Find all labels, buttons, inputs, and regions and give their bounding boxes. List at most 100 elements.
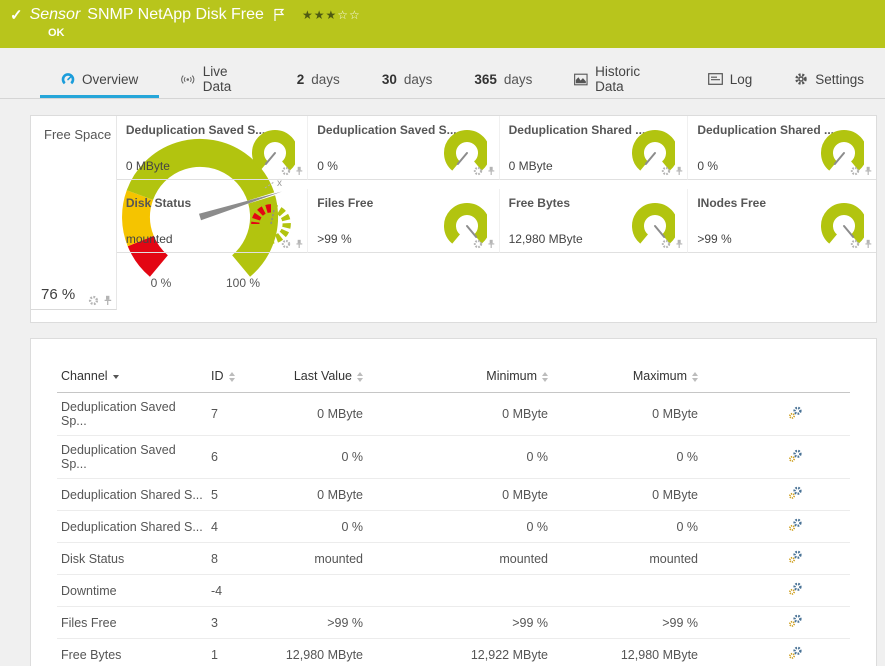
table-row[interactable]: Deduplication Shared S... 5 0 MByte 0 MB… — [57, 479, 850, 511]
priority-stars[interactable]: ★★★☆☆ — [302, 8, 361, 22]
free-space-value: 76 % — [41, 286, 75, 303]
channel-settings-icon[interactable] — [788, 486, 803, 500]
tab-30-days[interactable]: 30 days — [361, 60, 454, 98]
cell-id: 3 — [207, 607, 267, 639]
col-header-id-label: ID — [211, 369, 224, 383]
channel-settings-icon[interactable] — [788, 518, 803, 532]
historic-chart-icon — [574, 73, 588, 86]
free-space-gauge-tile: Free Space x̄ 0 % 100 % 76 % — [31, 116, 117, 310]
tab-historic-data[interactable]: Historic Data — [553, 60, 686, 98]
tab-log-label: Log — [730, 72, 753, 87]
priority-flag-icon[interactable] — [273, 8, 285, 22]
gauge-settings-gear-icon[interactable] — [473, 166, 483, 176]
settings-gear-icon — [794, 72, 808, 86]
pin-icon[interactable] — [675, 166, 683, 176]
cell-channel[interactable]: Deduplication Saved Sp... — [57, 393, 207, 436]
tab-log[interactable]: Log — [687, 60, 774, 98]
table-row[interactable]: Files Free 3 >99 % >99 % >99 % — [57, 607, 850, 639]
channel-settings-icon[interactable] — [788, 646, 803, 660]
cell-min: 0 MByte — [367, 393, 552, 436]
pin-icon[interactable] — [103, 295, 112, 306]
tile-dedup-saved-percent[interactable]: Deduplication Saved S... 0 % — [308, 116, 499, 180]
pin-icon[interactable] — [864, 239, 872, 249]
cell-id: 7 — [207, 393, 267, 436]
tab-settings[interactable]: Settings — [773, 60, 885, 98]
sort-icon — [692, 372, 698, 382]
col-header-minimum[interactable]: Minimum — [367, 363, 552, 393]
channel-settings-icon[interactable] — [788, 614, 803, 628]
col-header-id[interactable]: ID — [207, 363, 267, 393]
tab-settings-label: Settings — [815, 72, 864, 87]
ok-check-icon: ✓ — [10, 6, 23, 24]
cell-channel[interactable]: Files Free — [57, 607, 207, 639]
pin-icon[interactable] — [864, 166, 872, 176]
cell-last: 12,980 MByte — [267, 639, 367, 666]
tab-365-days-unit: days — [504, 72, 533, 87]
table-row[interactable]: Deduplication Saved Sp... 7 0 MByte 0 MB… — [57, 393, 850, 436]
col-header-channel[interactable]: Channel — [57, 363, 207, 393]
gauge-settings-gear-icon[interactable] — [850, 166, 860, 176]
tile-files-free[interactable]: Files Free >99 % — [308, 189, 499, 253]
gauge-settings-gear-icon[interactable] — [281, 166, 291, 176]
tile-disk-status[interactable]: Disk Status mounted — [117, 189, 308, 253]
cell-id: 8 — [207, 543, 267, 575]
tile-free-bytes[interactable]: Free Bytes 12,980 MByte — [500, 189, 689, 253]
tab-365-days[interactable]: 365 days — [453, 60, 553, 98]
tab-overview[interactable]: Overview — [40, 60, 159, 98]
gauge-settings-gear-icon[interactable] — [850, 239, 860, 249]
channel-table: Channel ID Last Value Minimum Maximum De… — [57, 363, 850, 666]
cell-last: 0 MByte — [267, 393, 367, 436]
channel-settings-icon[interactable] — [788, 582, 803, 596]
cell-max: 0 MByte — [552, 479, 702, 511]
stars-filled: ★★★ — [302, 8, 337, 22]
tab-365-days-num: 365 — [474, 72, 497, 87]
col-header-min-label: Minimum — [486, 369, 537, 383]
tile-dedup-shared-percent[interactable]: Deduplication Shared ... 0 % — [688, 116, 876, 180]
cell-id: -4 — [207, 575, 267, 607]
cell-channel[interactable]: Deduplication Saved Sp... — [57, 436, 207, 479]
status-badge: OK — [48, 27, 875, 39]
gauge-settings-gear-icon[interactable] — [88, 295, 99, 306]
channel-settings-icon[interactable] — [788, 406, 803, 420]
tab-live-data[interactable]: Live Data — [159, 60, 276, 98]
tile-inodes-free[interactable]: INodes Free >99 % — [688, 189, 876, 253]
pin-icon[interactable] — [675, 239, 683, 249]
cell-last: mounted — [267, 543, 367, 575]
cell-channel[interactable]: Free Bytes — [57, 639, 207, 666]
sensor-header: ✓ Sensor SNMP NetApp Disk Free ★★★☆☆ OK — [0, 0, 885, 48]
tile-dedup-shared-space[interactable]: Deduplication Shared ... 0 MByte — [500, 116, 689, 180]
table-row[interactable]: Free Bytes 1 12,980 MByte 12,922 MByte 1… — [57, 639, 850, 666]
free-space-title: Free Space — [44, 127, 111, 142]
tile-value: >99 % — [697, 232, 731, 246]
col-header-maximum[interactable]: Maximum — [552, 363, 702, 393]
col-header-last-value[interactable]: Last Value — [267, 363, 367, 393]
gauge-settings-gear-icon[interactable] — [661, 239, 671, 249]
channel-settings-icon[interactable] — [788, 449, 803, 463]
pin-icon[interactable] — [487, 239, 495, 249]
tab-2-days[interactable]: 2 days — [276, 60, 361, 98]
cell-channel[interactable]: Deduplication Shared S... — [57, 479, 207, 511]
table-row[interactable]: Disk Status 8 mounted mounted mounted — [57, 543, 850, 575]
table-row[interactable]: Downtime -4 — [57, 575, 850, 607]
cell-channel[interactable]: Disk Status — [57, 543, 207, 575]
tile-value: 0 % — [697, 159, 718, 173]
tile-value: >99 % — [317, 232, 351, 246]
tab-2-days-num: 2 — [297, 72, 305, 87]
pin-icon[interactable] — [295, 166, 303, 176]
col-header-max-label: Maximum — [633, 369, 687, 383]
cell-channel[interactable]: Downtime — [57, 575, 207, 607]
gauge-settings-gear-icon[interactable] — [473, 239, 483, 249]
gauge-settings-gear-icon[interactable] — [281, 239, 291, 249]
stars-empty: ☆☆ — [337, 8, 361, 22]
channel-settings-icon[interactable] — [788, 550, 803, 564]
table-row[interactable]: Deduplication Shared S... 4 0 % 0 % 0 % — [57, 511, 850, 543]
cell-channel[interactable]: Deduplication Shared S... — [57, 511, 207, 543]
tile-dedup-saved-space[interactable]: Deduplication Saved S... 0 MByte — [117, 116, 308, 180]
pin-icon[interactable] — [487, 166, 495, 176]
table-row[interactable]: Deduplication Saved Sp... 6 0 % 0 % 0 % — [57, 436, 850, 479]
log-icon — [708, 73, 723, 85]
tab-30-days-num: 30 — [382, 72, 397, 87]
tile-value: mounted — [126, 232, 173, 246]
pin-icon[interactable] — [295, 239, 303, 249]
gauge-settings-gear-icon[interactable] — [661, 166, 671, 176]
